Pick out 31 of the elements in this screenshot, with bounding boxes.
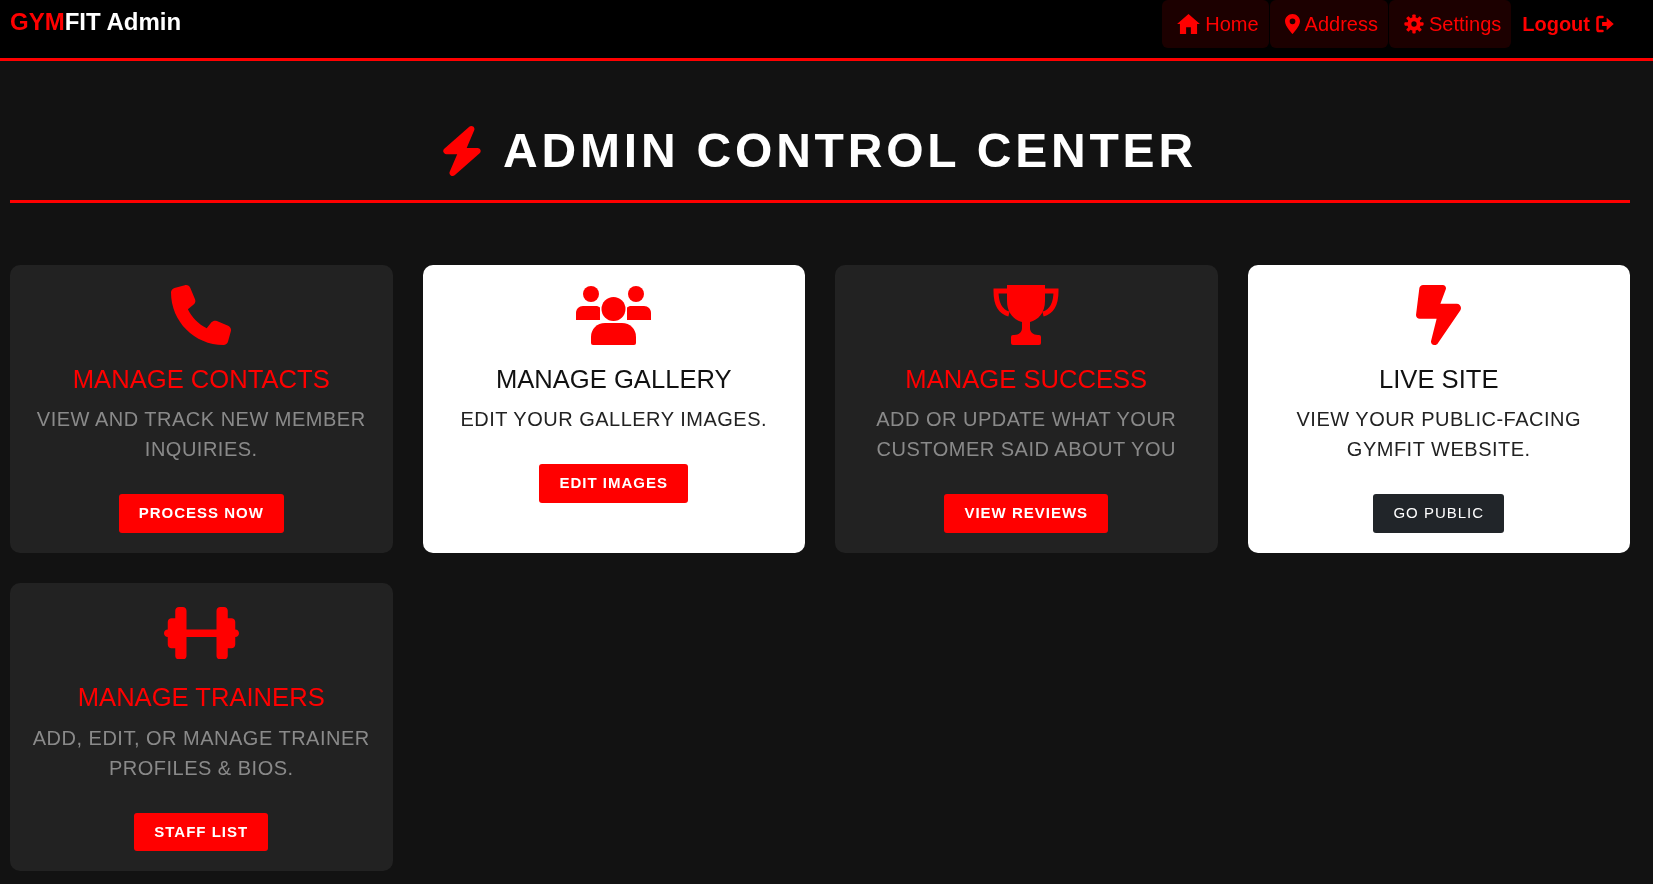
action-button[interactable]: GO PUBLIC [1373,494,1505,533]
lightning-bolt-icon [443,125,482,176]
people-icon [576,284,652,345]
action-button[interactable]: VIEW REVIEWS [944,494,1109,533]
phone-icon [171,284,232,345]
action-button[interactable]: STAFF LIST [134,812,269,852]
settings-icon [1404,14,1424,34]
card-description: VIEW AND TRACK NEW MEMBER INQUIRIES. [35,407,367,463]
action-button[interactable]: PROCESS NOW [118,494,284,533]
lightning-bolt-icon [1416,284,1462,345]
card-title: MANAGE CONTACTS [72,363,330,395]
logout-icon [1595,14,1615,34]
logout-link[interactable]: Logout [1512,0,1625,48]
card-title: MANAGE SUCCESS [905,363,1148,395]
home-icon [1177,14,1201,34]
page-title: ADMIN CONTROL CENTER [503,123,1197,179]
nav-link[interactable]: Address [1269,0,1388,48]
card-description: EDIT YOUR GALLERY IMAGES. [460,407,768,433]
action-button[interactable]: EDIT IMAGES [539,464,688,503]
brand-title: GYMFIT Admin [10,8,182,36]
nav-link[interactable]: Settings [1389,0,1512,48]
map-pin-icon [1284,14,1300,34]
card-title: MANAGE TRAINERS [77,681,325,713]
card-description: ADD OR UPDATE WHAT YOUR CUSTOMER SAID ABOUT YOU [875,407,1178,463]
card-title: MANAGE GALLERY [495,363,732,395]
dumbbell-icon [163,606,239,660]
card-description: VIEW YOUR PUBLIC-FACING GYMFIT WEBSITE. [1295,407,1582,463]
card-title: LIVE SITE [1379,363,1499,395]
card-description: ADD, EDIT, OR MANAGE TRAINER PROFILES & BIOS. [31,725,371,781]
nav-link[interactable]: Home [1162,0,1269,48]
trophy-icon [992,284,1061,345]
